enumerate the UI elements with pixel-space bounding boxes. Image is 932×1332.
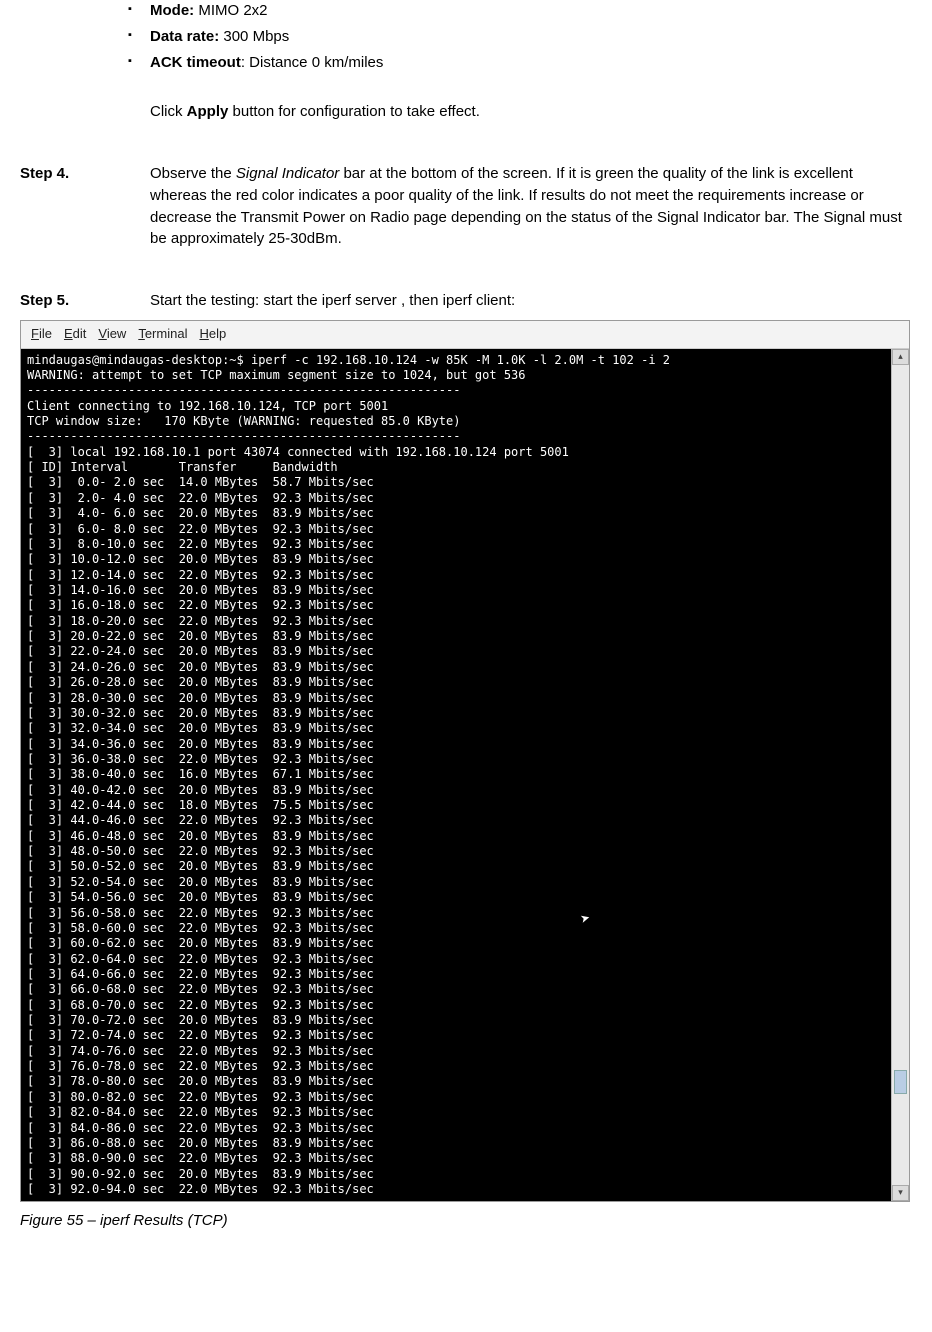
terminal-window: File Edit View Terminal Help mindaugas@m… [20, 320, 910, 1203]
scroll-down-icon[interactable]: ▾ [892, 1185, 909, 1201]
step-5-body: Start the testing: start the iperf serve… [150, 290, 912, 312]
bullet-datarate: Data rate: 300 Mbps [150, 26, 912, 48]
step-4-label: Step 4. [20, 163, 150, 250]
step-4-body: Observe the Signal Indicator bar at the … [150, 163, 912, 250]
menu-help[interactable]: Help [199, 325, 226, 344]
config-bullets: Mode: MIMO 2x2 Data rate: 300 Mbps ACK t… [150, 0, 912, 73]
menu-file[interactable]: File [31, 325, 52, 344]
menubar: File Edit View Terminal Help [21, 321, 909, 349]
bullet-mode: Mode: MIMO 2x2 [150, 0, 912, 22]
terminal-output[interactable]: mindaugas@mindaugas-desktop:~$ iperf -c … [21, 349, 891, 1202]
menu-terminal[interactable]: Terminal [138, 325, 187, 344]
step-5-label: Step 5. [20, 290, 150, 312]
menu-view[interactable]: View [98, 325, 126, 344]
figure-caption: Figure 55 – iperf Results (TCP) [20, 1210, 912, 1232]
step-4: Step 4. Observe the Signal Indicator bar… [20, 163, 912, 250]
scroll-thumb[interactable] [894, 1070, 907, 1094]
scrollbar[interactable]: ▴ ▾ [891, 349, 909, 1202]
menu-edit[interactable]: Edit [64, 325, 86, 344]
scroll-up-icon[interactable]: ▴ [892, 349, 909, 365]
scroll-track[interactable] [892, 365, 909, 1186]
bullet-ack: ACK timeout: Distance 0 km/miles [150, 52, 912, 74]
apply-note: Click Apply button for configuration to … [150, 101, 912, 123]
step-5: Step 5. Start the testing: start the ipe… [20, 290, 912, 312]
mouse-cursor-icon: ➤ [579, 908, 594, 930]
